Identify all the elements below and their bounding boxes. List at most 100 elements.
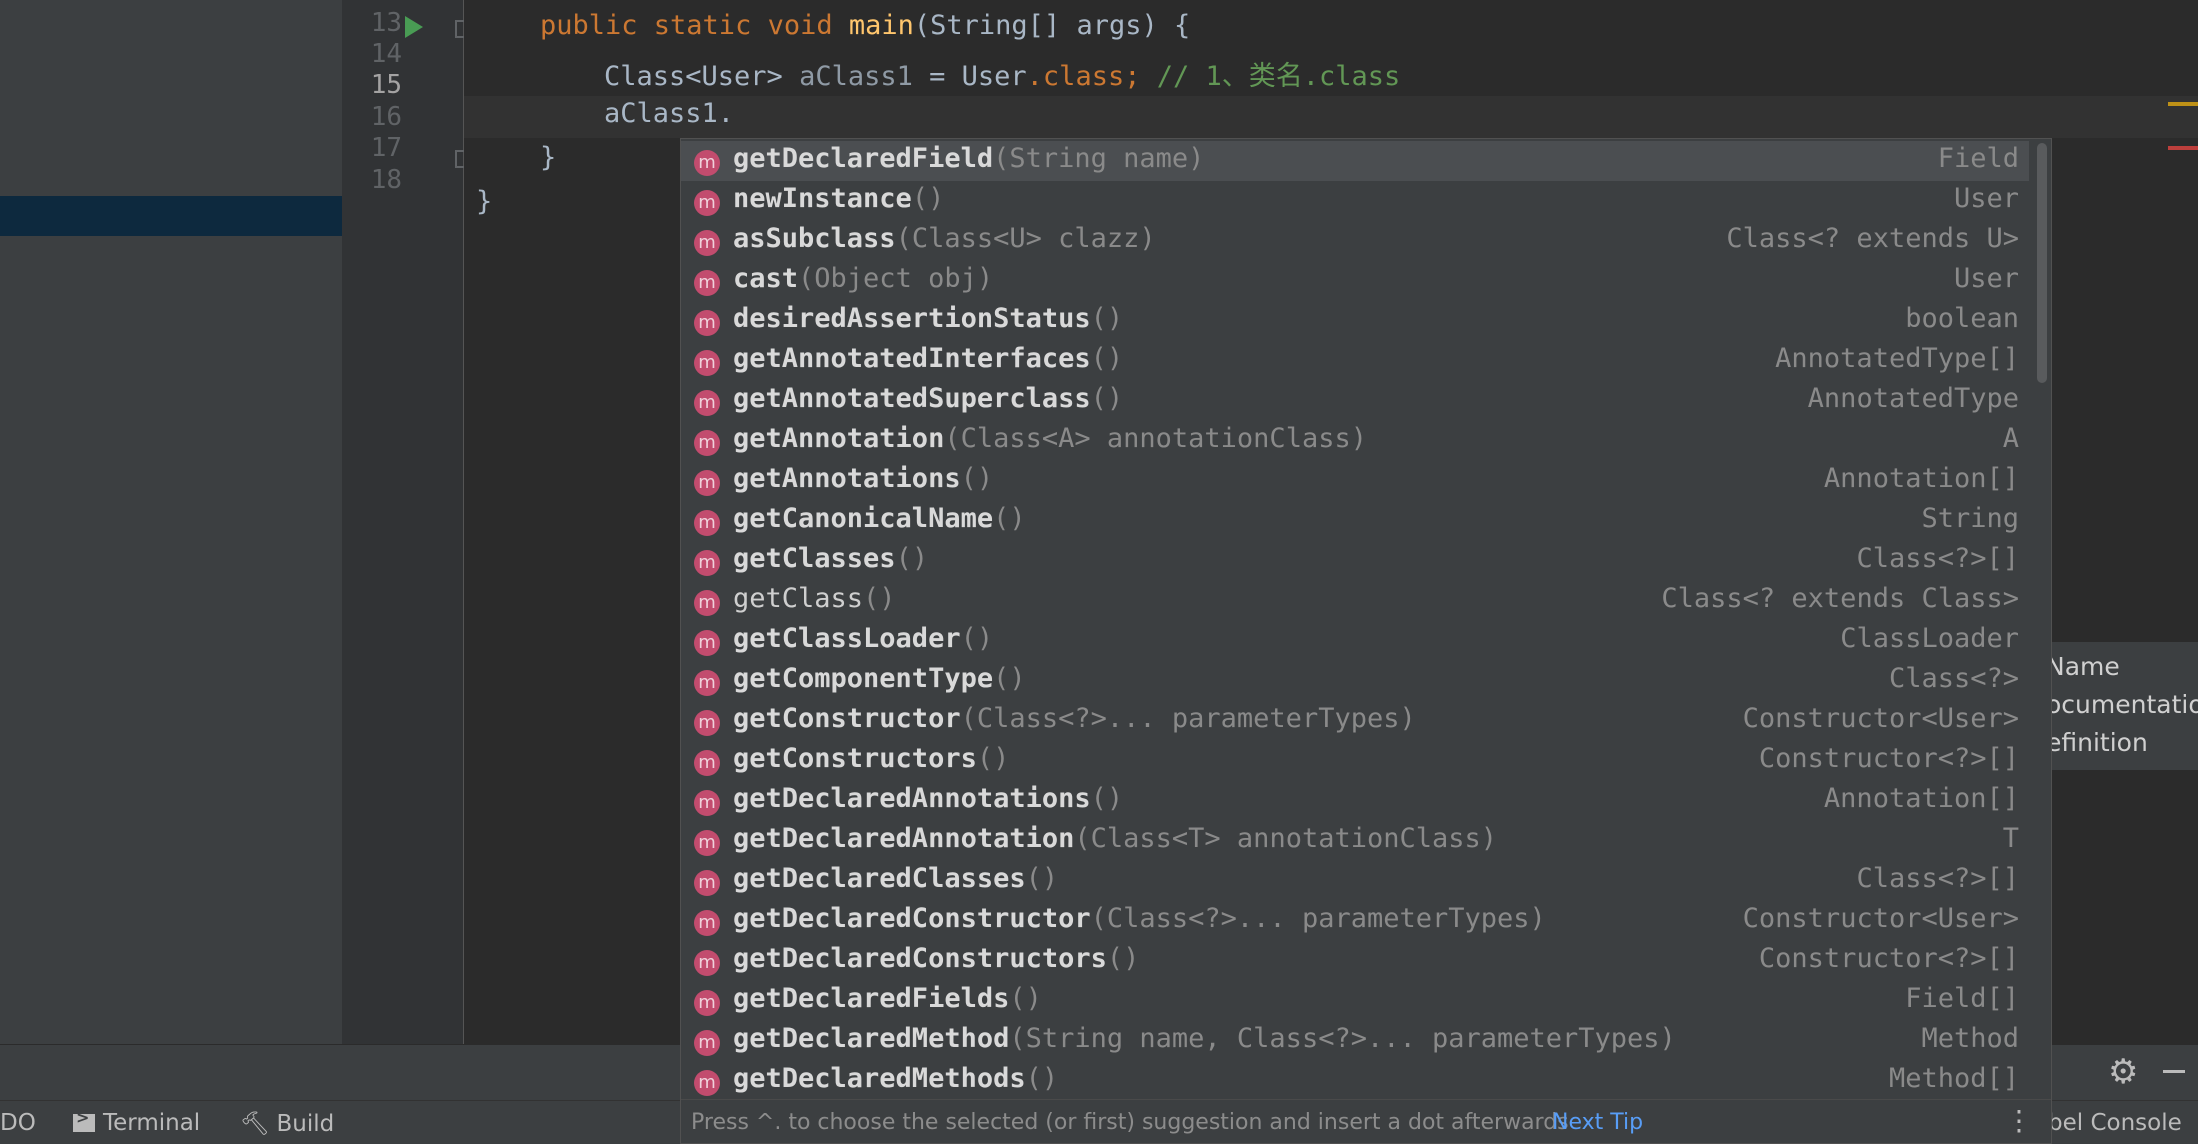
completion-item-name: getClass() bbox=[733, 583, 896, 614]
code-line-17: } bbox=[476, 186, 493, 217]
terminal-icon bbox=[73, 1108, 95, 1132]
more-options-icon[interactable]: ⋮ bbox=[2005, 1104, 2033, 1137]
minimize-icon[interactable] bbox=[2163, 1070, 2185, 1073]
completion-item[interactable]: m getConstructors() Constructor<?>[] bbox=[681, 741, 2029, 781]
completion-item-type: T bbox=[2002, 823, 2019, 854]
completion-item[interactable]: m getClass() Class<? extends Class> bbox=[681, 581, 2029, 621]
completion-item[interactable]: m desiredAssertionStatus() boolean bbox=[681, 301, 2029, 341]
context-menu-item[interactable]: ocumentatio bbox=[2046, 690, 2198, 719]
completion-item-name: getClasses() bbox=[733, 543, 928, 574]
method-params: () bbox=[1090, 343, 1124, 374]
completion-item-type: Class<?>[] bbox=[1856, 543, 2019, 574]
completion-item[interactable]: m getConstructor(Class<?>... parameterTyp… bbox=[681, 701, 2029, 741]
project-tree-selected-row[interactable] bbox=[0, 196, 342, 236]
method-params: () bbox=[895, 543, 929, 574]
completion-item[interactable]: m getDeclaredField(String name) Field bbox=[681, 141, 2029, 181]
project-panel bbox=[0, 0, 342, 1044]
method-name: getDeclaredField bbox=[733, 143, 994, 174]
context-menu-item[interactable]: efinition bbox=[2046, 728, 2148, 757]
completion-item[interactable]: m getDeclaredAnnotation(Class<T> annotati… bbox=[681, 821, 2029, 861]
run-icon[interactable] bbox=[405, 16, 423, 38]
method-name: getDeclaredMethods bbox=[733, 1063, 1026, 1094]
method-params: () bbox=[1009, 983, 1042, 1014]
completion-item-name: newInstance() bbox=[733, 183, 944, 214]
method-name: asSubclass bbox=[733, 223, 896, 254]
method-name: getClassLoader bbox=[733, 623, 961, 654]
method-params: () bbox=[976, 743, 1010, 774]
method-params: () bbox=[993, 663, 1026, 694]
completion-item[interactable]: m getDeclaredMethods() Method[] bbox=[681, 1061, 2029, 1101]
todo-tab[interactable]: DO bbox=[0, 1110, 36, 1136]
completion-item-type: Constructor<?>[] bbox=[1758, 943, 2019, 974]
completion-item-name: getComponentType() bbox=[733, 663, 1026, 694]
method-icon: m bbox=[694, 630, 720, 656]
completion-item-name: getAnnotatedInterfaces() bbox=[733, 343, 1123, 374]
completion-item[interactable]: m getAnnotations() Annotation[] bbox=[681, 461, 2029, 501]
next-tip-link[interactable]: Next Tip bbox=[1552, 1110, 1643, 1135]
completion-item-name: getAnnotation(Class<A> annotationClass) bbox=[733, 423, 1367, 454]
completion-item[interactable]: m getAnnotatedSuperclass() AnnotatedType bbox=[681, 381, 2029, 421]
method-icon: m bbox=[694, 150, 720, 176]
completion-item-type: User bbox=[1953, 183, 2019, 214]
console-tab[interactable]: bel Console bbox=[2048, 1110, 2182, 1136]
completion-item[interactable]: m getDeclaredFields() Field[] bbox=[681, 981, 2029, 1021]
completion-item[interactable]: m asSubclass(Class<U> clazz) Class<? exten… bbox=[681, 221, 2029, 261]
method-params: () bbox=[1025, 1063, 1059, 1094]
completion-item[interactable]: m getAnnotation(Class<A> annotationClass)… bbox=[681, 421, 2029, 461]
completion-item[interactable]: m newInstance() User bbox=[681, 181, 2029, 221]
completion-item[interactable]: m getAnnotatedInterfaces() AnnotatedType[] bbox=[681, 341, 2029, 381]
method-name: getConstructor bbox=[733, 703, 961, 734]
completion-item[interactable]: m cast(Object obj) User bbox=[681, 261, 2029, 301]
completion-item-name: getDeclaredAnnotation(Class<T> annotatio… bbox=[733, 823, 1497, 854]
context-menu-item[interactable]: Name bbox=[2046, 652, 2120, 681]
completion-item[interactable]: m getCanonicalName() String bbox=[681, 501, 2029, 541]
method-icon: m bbox=[694, 710, 720, 736]
method-name: getClasses bbox=[733, 543, 896, 574]
method-name: getConstructors bbox=[733, 743, 977, 774]
completion-item-type: Method[] bbox=[1888, 1063, 2019, 1094]
completion-item-name: getDeclaredFields() bbox=[733, 983, 1042, 1014]
method-icon: m bbox=[694, 870, 720, 896]
context-menu: Name ocumentatio efinition bbox=[2040, 642, 2198, 770]
method-params: () bbox=[960, 623, 994, 654]
completion-item-type: Field[] bbox=[1905, 983, 2019, 1014]
code-line-16: } bbox=[540, 142, 557, 173]
completion-item[interactable]: m getDeclaredClasses() Class<?>[] bbox=[681, 861, 2029, 901]
completion-item-type: Class<?> bbox=[1888, 663, 2019, 694]
method-params: (Object obj) bbox=[798, 263, 994, 294]
completion-item-type: String bbox=[1921, 503, 2019, 534]
method-icon: m bbox=[694, 230, 720, 256]
completion-item[interactable]: m getDeclaredMethod(String name, Class<?>… bbox=[681, 1021, 2029, 1061]
completion-scrollbar[interactable] bbox=[2037, 143, 2047, 383]
method-name: getAnnotatedSuperclass bbox=[733, 383, 1091, 414]
method-icon: m bbox=[694, 430, 720, 456]
method-name: getDeclaredFields bbox=[733, 983, 1010, 1014]
completion-item-name: getDeclaredAnnotations() bbox=[733, 783, 1123, 814]
terminal-tab[interactable]: Terminal bbox=[73, 1108, 200, 1136]
line-number: 13 bbox=[370, 8, 402, 38]
code-line-13: public static void main(String[] args) { bbox=[540, 10, 1191, 41]
completion-item[interactable]: m getDeclaredConstructor(Class<?>... para… bbox=[681, 901, 2029, 941]
method-icon: m bbox=[694, 1070, 720, 1096]
completion-item-type: Constructor<User> bbox=[1742, 903, 2019, 934]
warning-stripe-marker[interactable] bbox=[2168, 102, 2198, 106]
completion-item[interactable]: m getClassLoader() ClassLoader bbox=[681, 621, 2029, 661]
method-name: getClass bbox=[733, 583, 864, 614]
method-name: getAnnotatedInterfaces bbox=[733, 343, 1091, 374]
method-icon: m bbox=[694, 190, 720, 216]
completion-item[interactable]: m getComponentType() Class<?> bbox=[681, 661, 2029, 701]
error-stripe-marker[interactable] bbox=[2168, 146, 2198, 150]
method-params: (String name, Class<?>... parameterTypes… bbox=[1009, 1023, 1676, 1054]
method-name: newInstance bbox=[733, 183, 912, 214]
gear-icon[interactable]: ⚙ bbox=[2108, 1052, 2138, 1092]
method-params: (Class<U> clazz) bbox=[895, 223, 1156, 254]
method-params: () bbox=[1090, 383, 1124, 414]
completion-item[interactable]: m getClasses() Class<?>[] bbox=[681, 541, 2029, 581]
method-name: getAnnotation bbox=[733, 423, 945, 454]
completion-item[interactable]: m getDeclaredAnnotations() Annotation[] bbox=[681, 781, 2029, 821]
method-icon: m bbox=[694, 350, 720, 376]
build-tab[interactable]: 🔨︎ Build bbox=[240, 1110, 334, 1137]
completion-item-type: A bbox=[2002, 423, 2019, 454]
completion-item[interactable]: m getDeclaredConstructors() Constructor<?>… bbox=[681, 941, 2029, 981]
method-icon: m bbox=[694, 790, 720, 816]
